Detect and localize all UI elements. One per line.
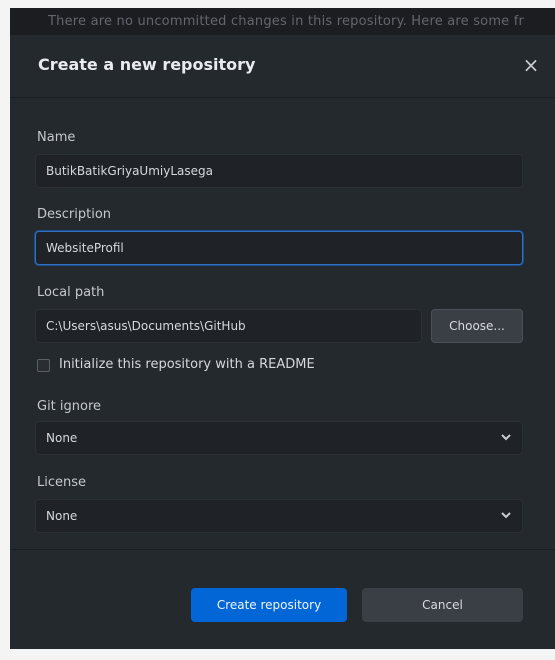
description-input[interactable]: WebsiteProfil — [35, 231, 523, 265]
git-ignore-label: Git ignore — [37, 399, 102, 414]
chevron-down-icon[interactable] — [500, 422, 512, 466]
license-select[interactable]: None — [35, 499, 523, 533]
cancel-button[interactable]: Cancel — [362, 588, 523, 622]
background-status-text: There are no uncommitted changes in this… — [10, 8, 555, 36]
local-path-label: Local path — [37, 285, 105, 300]
chevron-down-icon[interactable] — [500, 500, 512, 544]
create-repository-dialog: Create a new repository × Name ButikBati… — [10, 35, 555, 649]
dialog-title: Create a new repository — [38, 55, 256, 74]
git-ignore-select[interactable]: None — [35, 421, 523, 455]
license-label: License — [37, 475, 87, 490]
dialog-header: Create a new repository × — [10, 35, 555, 98]
name-input[interactable]: ButikBatikGriyaUmiyLasega — [35, 154, 523, 188]
create-repository-button[interactable]: Create repository — [191, 588, 347, 622]
readme-checkbox[interactable] — [37, 359, 50, 372]
license-value: None — [46, 509, 78, 523]
description-label: Description — [37, 207, 112, 222]
close-icon[interactable]: × — [519, 53, 543, 77]
local-path-input[interactable]: C:\Users\asus\Documents\GitHub — [35, 309, 422, 343]
readme-checkbox-label[interactable]: Initialize this repository with a README — [59, 357, 315, 372]
name-label: Name — [37, 130, 76, 145]
choose-button[interactable]: Choose... — [431, 309, 523, 343]
git-ignore-value: None — [46, 431, 78, 445]
